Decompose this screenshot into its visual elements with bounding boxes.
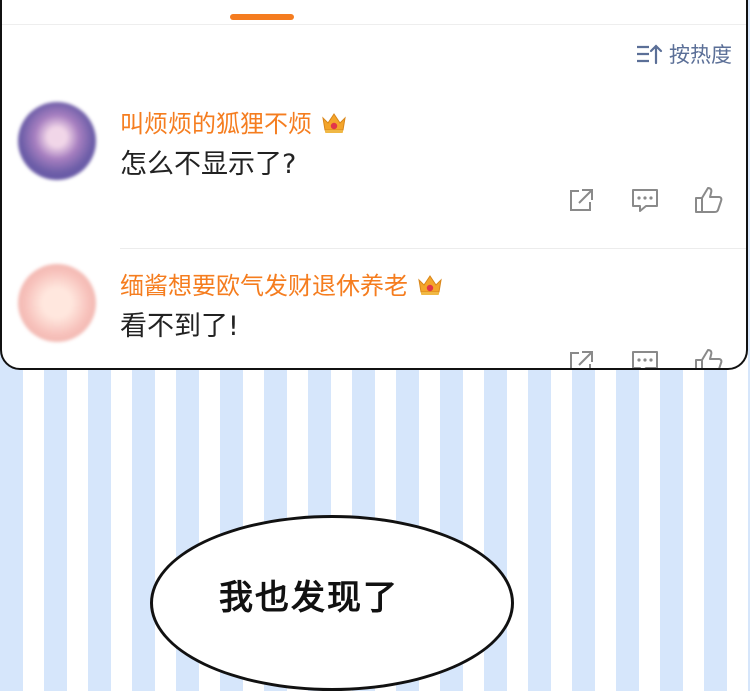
crown-badge-icon bbox=[418, 274, 442, 295]
sort-label: 按热度 bbox=[669, 43, 732, 67]
comment-text: 怎么不显示了? bbox=[120, 149, 297, 180]
reply-icon[interactable] bbox=[628, 346, 662, 370]
reply-icon[interactable] bbox=[628, 184, 662, 216]
comment-actions bbox=[564, 184, 726, 216]
comment-username[interactable]: 缅酱想要欧气发财退休养老 bbox=[120, 266, 444, 301]
speech-bubble: 我也发现了 bbox=[150, 515, 514, 691]
comment-text: 看不到了! bbox=[120, 311, 239, 342]
comment-divider bbox=[120, 248, 746, 249]
crown-badge-icon bbox=[322, 112, 346, 133]
like-icon[interactable] bbox=[692, 346, 726, 370]
sort-icon bbox=[637, 44, 663, 65]
share-icon[interactable] bbox=[564, 184, 598, 216]
comment-actions bbox=[564, 346, 726, 370]
comment-username[interactable]: 叫烦烦的狐狸不烦 bbox=[120, 104, 348, 139]
like-icon[interactable] bbox=[692, 184, 726, 216]
active-tab-indicator bbox=[230, 14, 294, 20]
share-icon[interactable] bbox=[564, 346, 598, 370]
speech-bubble-text: 我也发现了 bbox=[219, 578, 399, 618]
avatar[interactable] bbox=[18, 264, 96, 342]
sort-by-hot-button[interactable]: 按热度 bbox=[635, 39, 732, 69]
avatar[interactable] bbox=[18, 102, 96, 180]
header-divider bbox=[2, 24, 746, 25]
comments-panel: 按热度 叫烦烦的狐狸不烦 怎么不显示了? 缅酱想要欧气发财退休养老 看不到了! bbox=[0, 0, 748, 370]
